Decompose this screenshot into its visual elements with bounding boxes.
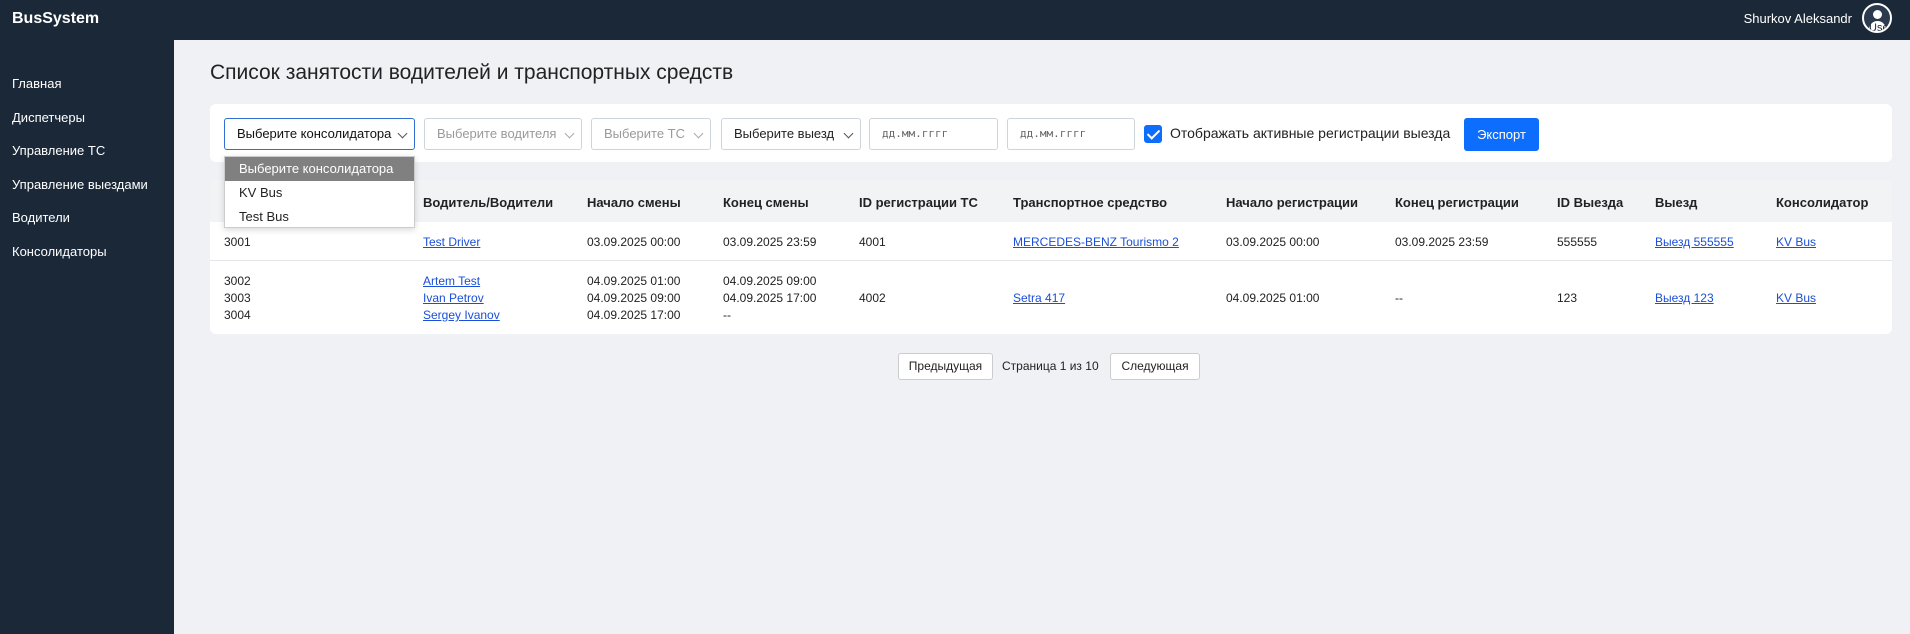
consolidator-select-value: Выберите консолидатора xyxy=(237,126,392,141)
shift-start: 04.09.2025 17:00 xyxy=(587,308,681,322)
driver-select[interactable]: Выберите водителя xyxy=(424,118,582,150)
top-navbar: BusSystem Shurkov Aleksandr Use xyxy=(0,0,1910,40)
consolidator-link[interactable]: KV Bus xyxy=(1776,234,1816,251)
reg-start: 04.09.2025 01:00 xyxy=(1226,291,1320,305)
sidebar-item-dispatchers[interactable]: Диспетчеры xyxy=(12,110,85,125)
col-consolidator[interactable]: Консолидатор xyxy=(1776,195,1868,210)
vehicle-reg-id: 4001 xyxy=(859,235,886,249)
sidebar-item-home[interactable]: Главная xyxy=(12,76,61,91)
reg-end: 03.09.2025 23:59 xyxy=(1395,235,1489,249)
vehicle-link[interactable]: Setra 417 xyxy=(1013,290,1065,307)
trip-select-value: Выберите выезд xyxy=(734,126,835,141)
shift-end: -- xyxy=(723,308,731,322)
chevron-down-icon xyxy=(397,128,408,139)
driver-link[interactable]: Sergey Ivanov xyxy=(423,307,500,324)
sidebar-item-trips[interactable]: Управление выездами xyxy=(12,177,148,192)
shift-end: 03.09.2025 23:59 xyxy=(723,235,817,249)
active-registrations-checkbox[interactable] xyxy=(1144,125,1162,143)
col-vehicle-reg-id[interactable]: ID регистрации ТС xyxy=(859,195,978,210)
row-divider xyxy=(210,260,1892,261)
trip-id: 123 xyxy=(1557,291,1578,305)
avatar-alt-text: Use xyxy=(1869,22,1889,33)
chevron-down-icon xyxy=(843,128,854,139)
sidebar-item-drivers[interactable]: Водители xyxy=(12,210,70,225)
row-id: 3002 xyxy=(224,274,251,288)
date-to-input[interactable]: дд.мм.гггг xyxy=(1007,118,1135,150)
avatar-head-shape xyxy=(1873,10,1882,19)
col-trip-id[interactable]: ID Выезда xyxy=(1557,195,1623,210)
row-id: 3003 xyxy=(224,291,251,305)
col-vehicle[interactable]: Транспортное средство xyxy=(1013,195,1167,210)
chevron-down-icon xyxy=(693,128,704,139)
page-title: Список занятости водителей и транспортны… xyxy=(210,61,734,84)
trip-id: 555555 xyxy=(1557,235,1598,249)
active-registrations-label[interactable]: Отображать активные регистрации выезда xyxy=(1170,125,1450,141)
table-header: Водитель/Водители Начало смены Конец сме… xyxy=(210,180,1892,222)
col-trip[interactable]: Выезд xyxy=(1655,195,1697,210)
vehicle-reg-id: 4002 xyxy=(859,291,886,305)
reg-start: 03.09.2025 00:00 xyxy=(1226,235,1320,249)
consolidator-dropdown-list: Выберите консолидатора KV Bus Test Bus xyxy=(224,156,415,228)
col-reg-end[interactable]: Конец регистрации xyxy=(1395,195,1519,210)
vehicle-select[interactable]: Выберите ТС xyxy=(591,118,711,150)
trip-link[interactable]: Выезд 123 xyxy=(1655,290,1714,307)
next-page-button[interactable]: Следующая xyxy=(1110,353,1200,380)
page-status: Страница 1 из 10 xyxy=(1002,359,1099,373)
date-from-input[interactable]: дд.мм.гггг xyxy=(869,118,998,150)
vehicle-select-placeholder: Выберите ТС xyxy=(604,126,686,141)
col-shift-end[interactable]: Конец смены xyxy=(723,195,809,210)
sidebar-item-consolidators[interactable]: Консолидаторы xyxy=(12,244,107,259)
col-drivers[interactable]: Водитель/Водители xyxy=(423,195,553,210)
export-button[interactable]: Экспорт xyxy=(1464,118,1539,151)
consolidator-link[interactable]: KV Bus xyxy=(1776,290,1816,307)
consolidator-option[interactable]: KV Bus xyxy=(225,181,414,205)
consolidator-option[interactable]: Test Bus xyxy=(225,205,414,229)
busy-schedule-table: Водитель/Водители Начало смены Конец сме… xyxy=(210,180,1892,334)
user-avatar-icon[interactable]: Use xyxy=(1862,3,1892,33)
app-brand[interactable]: BusSystem xyxy=(12,10,99,28)
reg-end: -- xyxy=(1395,291,1403,305)
sidebar: Главная Диспетчеры Управление ТС Управле… xyxy=(0,40,174,634)
row-id: 3001 xyxy=(224,235,251,249)
col-reg-start[interactable]: Начало регистрации xyxy=(1226,195,1358,210)
chevron-down-icon xyxy=(564,128,575,139)
prev-page-button[interactable]: Предыдущая xyxy=(898,353,993,380)
consolidator-select[interactable]: Выберите консолидатора xyxy=(224,118,415,150)
shift-end: 04.09.2025 09:00 xyxy=(723,274,817,288)
shift-start: 03.09.2025 00:00 xyxy=(587,235,681,249)
driver-link[interactable]: Artem Test xyxy=(423,273,480,290)
driver-link[interactable]: Test Driver xyxy=(423,234,480,251)
col-shift-start[interactable]: Начало смены xyxy=(587,195,681,210)
driver-link[interactable]: Ivan Petrov xyxy=(423,290,484,307)
trip-link[interactable]: Выезд 555555 xyxy=(1655,234,1734,251)
driver-select-placeholder: Выберите водителя xyxy=(437,126,557,141)
vehicle-link[interactable]: MERCEDES-BENZ Tourismo 2 xyxy=(1013,234,1179,251)
shift-end: 04.09.2025 17:00 xyxy=(723,291,817,305)
trip-select[interactable]: Выберите выезд xyxy=(721,118,861,150)
user-name[interactable]: Shurkov Aleksandr xyxy=(1744,11,1852,26)
shift-start: 04.09.2025 01:00 xyxy=(587,274,681,288)
filter-panel: Выберите консолидатора Выберите водителя… xyxy=(210,104,1892,162)
shift-start: 04.09.2025 09:00 xyxy=(587,291,681,305)
consolidator-option[interactable]: Выберите консолидатора xyxy=(225,157,414,181)
row-id: 3004 xyxy=(224,308,251,322)
sidebar-item-vehicles[interactable]: Управление ТС xyxy=(12,143,105,158)
